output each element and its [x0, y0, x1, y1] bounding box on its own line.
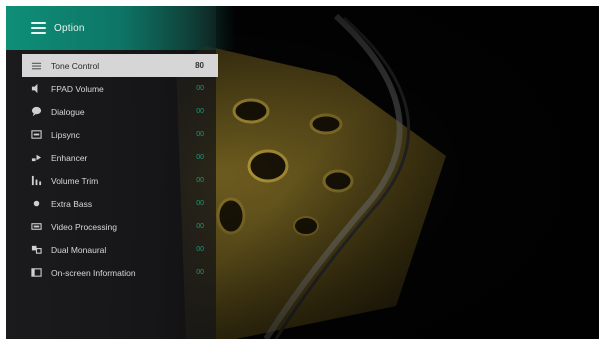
enhancer-icon — [30, 152, 42, 164]
menu-item-value: 00 — [196, 85, 204, 92]
dual-mono-icon — [30, 244, 42, 256]
menu-item-value: 00 — [196, 223, 204, 230]
menu-item-value: 00 — [196, 269, 204, 276]
volume-trim-icon — [30, 175, 42, 187]
video-icon — [30, 221, 42, 233]
menu-item-enhancer[interactable]: Enhancer 00 — [22, 146, 218, 169]
menu-item-tone-control[interactable]: Tone Control 80 — [22, 54, 218, 77]
menu-item-value: 00 — [196, 131, 204, 138]
menu-item-label: Volume Trim — [51, 175, 99, 186]
bass-icon — [30, 198, 42, 210]
speaker-icon — [30, 83, 42, 95]
menu-item-volume-trim[interactable]: Volume Trim 00 — [22, 169, 218, 192]
menu-item-value: 00 — [196, 200, 204, 207]
menu-item-on-screen-information[interactable]: On-screen Information 00 — [22, 261, 218, 284]
menu-item-label: Dual Monaural — [51, 244, 107, 255]
option-menu: Tone Control 80 FPAD Volume 00 Dialogue … — [22, 54, 218, 284]
menu-item-lipsync[interactable]: Lipsync 00 — [22, 123, 218, 146]
menu-item-label: Dialogue — [51, 106, 85, 117]
menu-item-label: On-screen Information — [51, 267, 136, 278]
option-header: Option — [6, 6, 236, 50]
menu-item-dual-monaural[interactable]: Dual Monaural 00 — [22, 238, 218, 261]
menu-item-value: 00 — [196, 154, 204, 161]
menu-item-value: 00 — [196, 246, 204, 253]
menu-item-label: Enhancer — [51, 152, 88, 163]
menu-item-label: FPAD Volume — [51, 83, 104, 94]
menu-item-value: 00 — [196, 108, 204, 115]
menu-item-label: Lipsync — [51, 129, 80, 140]
screen-info-icon — [30, 267, 42, 279]
equalizer-icon — [30, 60, 42, 72]
menu-item-label: Tone Control — [51, 60, 100, 71]
menu-item-label: Video Processing — [51, 221, 117, 232]
menu-item-value: 80 — [195, 61, 204, 70]
tv-screen: Option Tone Control 80 FPAD Volume 00 Di… — [6, 6, 599, 339]
speech-bubble-icon — [30, 106, 42, 118]
option-title: Option — [54, 22, 85, 34]
menu-item-extra-bass[interactable]: Extra Bass 00 — [22, 192, 218, 215]
menu-item-fpad-volume[interactable]: FPAD Volume 00 — [22, 77, 218, 100]
menu-item-video-processing[interactable]: Video Processing 00 — [22, 215, 218, 238]
menu-item-dialogue[interactable]: Dialogue 00 — [22, 100, 218, 123]
menu-item-value: 00 — [196, 177, 204, 184]
lipsync-icon — [30, 129, 42, 141]
menu-icon — [31, 22, 46, 34]
menu-item-label: Extra Bass — [51, 198, 93, 209]
